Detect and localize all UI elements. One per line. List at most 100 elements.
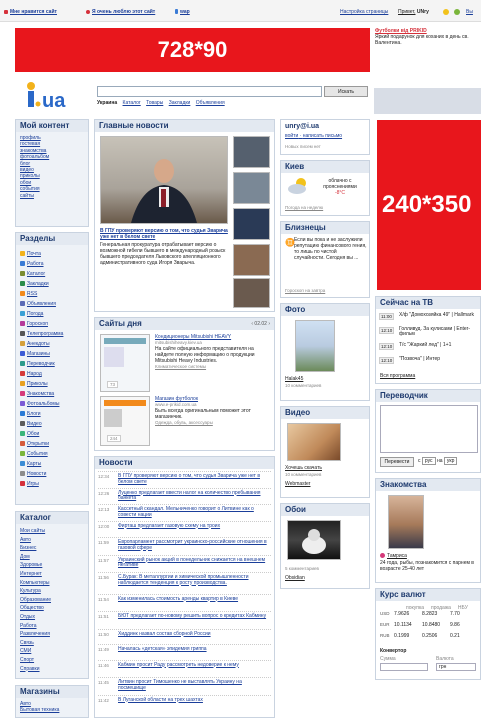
news-link[interactable]: В ГПУ проверяют версию о том, что судья … [118,473,271,485]
catalog-item[interactable]: Развлечения [20,630,51,639]
catalog-item[interactable]: Здоровье [20,561,51,570]
news-link[interactable]: Хиддинк назвал состав сборной России [118,631,271,638]
news-item[interactable]: 12:00 Фирташ предлагает газовую схему на … [98,520,271,532]
my-content-item[interactable]: сайты [20,193,49,199]
news-item[interactable]: 11:51 БЮТ предлагает по-новому решить воп… [98,611,271,623]
tv-item[interactable]: 11:00 Х/ф "Домохозяйка 49" | Hallmark [379,312,481,321]
sections-item[interactable]: Переводчик [20,359,63,369]
lang-to-select[interactable]: укр [443,457,458,465]
sections-item[interactable]: Карты [20,459,63,469]
my-content-item[interactable]: фотоальбом [20,154,49,160]
mail-address[interactable]: unry@i.ua [285,123,319,130]
news-item[interactable]: 11:42 В Луганской области на трех шахтах [98,694,271,707]
catalog-item[interactable]: Работа [20,622,51,631]
main-news-headline[interactable]: В ГПУ проверяют версию о том, что судья … [100,228,230,240]
news-item[interactable]: 12:34 В ГПУ проверяют версию о том, что с… [98,471,271,485]
catalog-item[interactable]: Интернет [20,570,51,579]
news-link[interactable]: Луценко предлагает ввести налог на колич… [118,490,271,502]
news-item[interactable]: 12:13 Кассетный скандал. Мельниченко гово… [98,504,271,518]
catalog-item[interactable]: Общество [20,604,51,613]
converter-currency-select[interactable]: грн [436,663,476,671]
site2-category[interactable]: Одежда, обувь, аксессуары [155,420,273,426]
sections-item[interactable]: Погода [20,309,63,319]
love-site-link[interactable]: Я очень люблю этот сайт [86,9,155,15]
news-item[interactable]: 11:50 Хиддинк назвал состав сборной Росси… [98,628,271,639]
top-banner-ad[interactable]: 728*90 [15,28,370,72]
right-top-ad[interactable]: Футболки від PRIKID Яркий подарунок для … [375,28,481,68]
mail-login[interactable]: войти [285,133,298,139]
news-thumb-1[interactable] [233,136,270,168]
catalog-item[interactable]: Компьютеры [20,579,51,588]
wallpapers-user[interactable]: Obsidian [285,575,305,581]
catalog-item[interactable]: Мои сайты [20,527,51,536]
sections-item[interactable]: Работа [20,259,63,269]
catalog-item[interactable]: Культура [20,587,51,596]
sections-item[interactable]: Закладки [20,279,63,289]
main-news-photo[interactable] [100,136,228,224]
video-user[interactable]: Webmaster [285,481,310,487]
news-link[interactable]: Литвин просит Тимошенко не выставлять Ук… [118,679,271,691]
news-item[interactable]: 11:46 Кабмин просит Раду рассмотреть недо… [98,659,271,672]
sections-item[interactable]: События [20,449,63,459]
translate-button[interactable]: Перевести [380,457,414,467]
smile-icon[interactable] [443,9,451,16]
search-tab-catalog[interactable]: Каталог [123,100,141,106]
news-item[interactable]: 11:54 Как изменилась стоимость аренды ква… [98,593,271,606]
sections-item[interactable]: Народ [20,369,63,379]
search-input[interactable] [97,86,322,97]
sections-item[interactable]: Игры [20,479,63,489]
news-link[interactable]: Как изменилась стоимость аренды квартир … [118,596,271,603]
catalog-item[interactable]: Образование [20,596,51,605]
like-site-link[interactable]: Мне нравится сайт [4,9,57,15]
sections-item[interactable]: Анекдоты [20,339,63,349]
catalog-item[interactable]: Отдых [20,613,51,622]
site2-screenshot[interactable]: 244 [100,396,150,446]
tv-item[interactable]: 12:10 "Позвоча" | Интер [379,356,481,365]
news-item[interactable]: 11:59 Европарламент рассмотрит украинско-… [98,537,271,550]
sections-item[interactable]: Видео [20,419,63,429]
news-item[interactable]: 12:26 Луценко предлагает ввести налог на … [98,487,271,502]
sections-item[interactable]: Телепрограмма [20,329,63,339]
sections-item[interactable]: Объявления [20,299,63,309]
sections-item[interactable]: Магазины [20,349,63,359]
weather-week-link[interactable]: Погода на неделю [285,205,323,211]
wallpaper-image[interactable] [287,520,341,560]
news-item[interactable]: 11:56 С.Бурак: В металлургии и химической… [98,572,271,588]
sections-item[interactable]: Почта [20,249,63,259]
news-link[interactable]: Кабмин просит Раду рассмотреть недоверие… [118,662,271,669]
converter-sum-input[interactable] [380,663,428,671]
search-tab-goods[interactable]: Товары [146,100,163,106]
sections-item[interactable]: Блоги [20,409,63,419]
search-tab-bookmarks[interactable]: Закладки [169,100,191,106]
catalog-item[interactable]: Справки [20,665,51,674]
dating-photo[interactable] [388,495,424,549]
tv-program-link[interactable]: Вся программа [380,373,415,379]
sections-item[interactable]: Фотоальбомы [20,399,63,409]
sections-item[interactable]: Приколы [20,379,63,389]
tv-item[interactable]: 12:10 Т/с "Жаркий лед" | 1+1 [379,342,481,351]
news-link[interactable]: В Луганской области на трех шахтах [118,697,271,704]
catalog-item[interactable]: Дом [20,553,51,562]
logo[interactable]: ua [25,80,85,112]
site1-screenshot[interactable]: 73 [100,334,150,392]
photo-image[interactable] [295,320,335,372]
news-link[interactable]: Кассетный скандал. Мельниченко говорит о… [118,506,271,518]
sections-item[interactable]: Гороскоп [20,319,63,329]
video-caption[interactable]: Хочешь скачать [285,465,322,471]
translator-textarea[interactable] [380,405,478,453]
sections-item[interactable]: Новости [20,469,63,479]
page-settings-link[interactable]: Настройка страницы [340,9,388,15]
lang-from-select[interactable]: рус [421,457,436,465]
sections-item[interactable]: Каталог [20,269,63,279]
wap-link[interactable]: wap [175,9,190,15]
site1-category[interactable]: Климатическое системы [155,364,273,370]
news-item[interactable]: 11:45 Литвин просит Тимошенко не выставля… [98,677,271,691]
tv-item[interactable]: 12:10 Голливуд. За кулисами | Enter-фильм [379,326,481,341]
search-tab-ukraine[interactable]: Украина [97,100,117,106]
sections-item[interactable]: RSS [20,289,63,299]
video-thumbnail[interactable] [287,423,341,461]
shops-item[interactable]: Бытовая техника [20,707,59,713]
username[interactable]: UNry [417,9,429,15]
sections-item[interactable]: Обои [20,429,63,439]
news-item[interactable]: 11:49 Началась «детская» эпидемия гриппа [98,644,271,654]
